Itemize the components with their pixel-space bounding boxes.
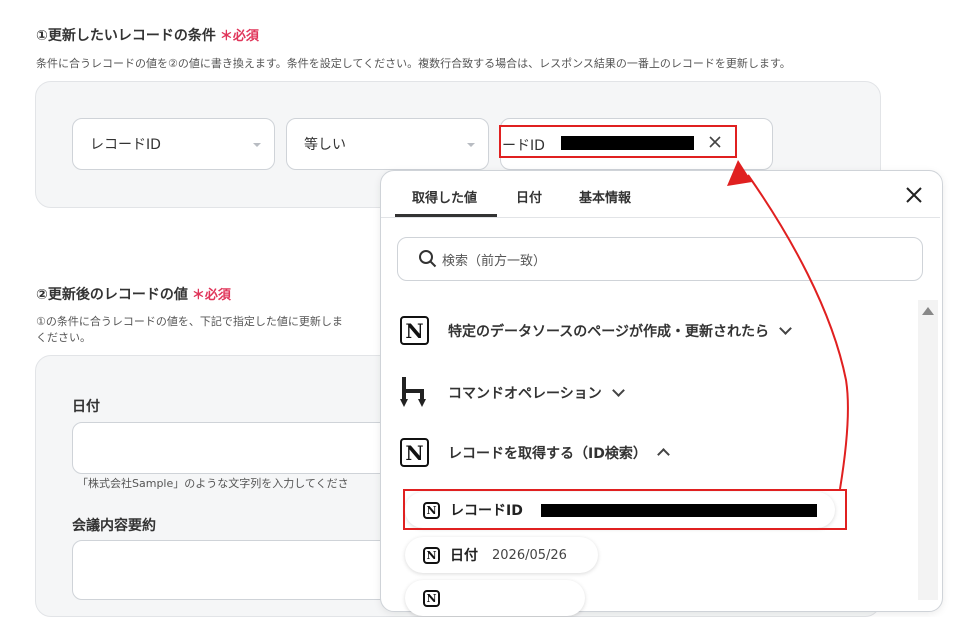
notion-icon: N bbox=[423, 589, 440, 607]
arrow-head bbox=[727, 160, 752, 186]
annotation-arrow bbox=[727, 160, 849, 490]
